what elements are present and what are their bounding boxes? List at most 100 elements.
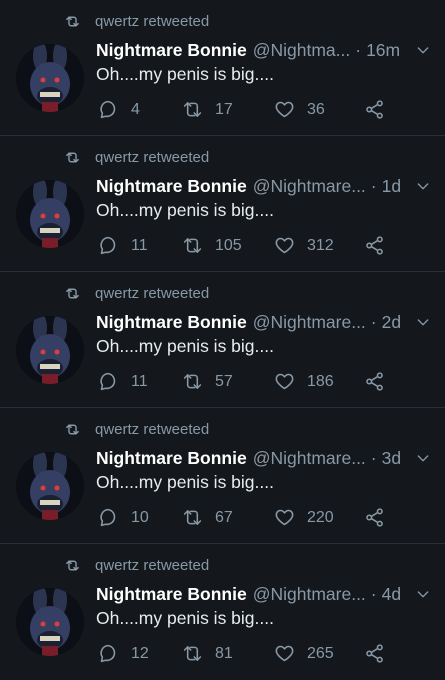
retweet-icon: [183, 102, 202, 117]
tweet-actions: 11 57 186: [98, 371, 398, 395]
reply-count: 12: [131, 644, 149, 662]
reply-button[interactable]: 11: [98, 371, 148, 392]
share-button[interactable]: [364, 99, 385, 120]
tweet-actions: 4 17 36: [98, 99, 398, 123]
reply-count: 11: [131, 236, 148, 254]
retweet-label[interactable]: qwertz retweeted: [95, 557, 209, 574]
timestamp[interactable]: 16m: [366, 40, 400, 61]
like-count: 220: [307, 508, 334, 526]
tweet-text: Oh....my penis is big....: [96, 64, 274, 84]
heart-icon: [275, 237, 294, 254]
reply-button[interactable]: 12: [98, 643, 149, 664]
author-handle[interactable]: @Nightma...: [253, 40, 351, 61]
tweet[interactable]: qwertz retweeted Nightmare Bonnie @Night…: [0, 0, 445, 136]
reply-button[interactable]: 10: [98, 507, 149, 528]
share-button[interactable]: [364, 235, 385, 256]
author-handle[interactable]: @Nightmare...: [253, 584, 366, 605]
like-button[interactable]: 220: [274, 507, 334, 528]
reply-icon: [100, 508, 116, 527]
retweet-button[interactable]: 105: [182, 235, 242, 256]
retweet-label[interactable]: qwertz retweeted: [95, 285, 209, 302]
like-button[interactable]: 265: [274, 643, 334, 664]
share-icon: [366, 236, 383, 255]
retweet-count: 17: [215, 100, 233, 118]
retweet-icon: [183, 510, 202, 525]
tweet-actions: 10 67 220: [98, 507, 398, 531]
tweet-header: Nightmare Bonnie @Nightmare... · 1d: [96, 174, 431, 198]
retweet-label[interactable]: qwertz retweeted: [95, 13, 209, 30]
share-icon: [366, 372, 383, 391]
reply-icon: [100, 236, 116, 255]
tweet-actions: 11 105 312: [98, 235, 398, 259]
retweet-button[interactable]: 17: [182, 99, 233, 120]
retweet-context: qwertz retweeted: [64, 283, 209, 303]
share-button[interactable]: [364, 507, 385, 528]
tweet[interactable]: qwertz retweeted Nightmare Bonnie @Night…: [0, 544, 445, 680]
retweet-icon: [183, 646, 202, 661]
tweet[interactable]: qwertz retweeted Nightmare Bonnie @Night…: [0, 136, 445, 272]
separator-dot: ·: [370, 447, 377, 468]
retweet-small-icon: [66, 424, 79, 434]
author-handle[interactable]: @Nightmare...: [253, 448, 366, 469]
reply-button[interactable]: 4: [98, 99, 140, 120]
avatar[interactable]: [16, 316, 84, 384]
timestamp[interactable]: 4d: [382, 584, 401, 605]
retweet-context: qwertz retweeted: [64, 419, 209, 439]
like-button[interactable]: 186: [274, 371, 334, 392]
retweet-button[interactable]: 57: [182, 371, 233, 392]
chevron-down-icon[interactable]: [415, 586, 431, 602]
avatar[interactable]: [16, 44, 84, 112]
author-name[interactable]: Nightmare Bonnie: [96, 448, 247, 469]
heart-icon: [275, 645, 294, 662]
retweet-button[interactable]: 67: [182, 507, 233, 528]
retweet-icon: [183, 238, 202, 253]
heart-icon: [275, 509, 294, 526]
retweet-small-icon: [66, 288, 79, 298]
share-icon: [366, 508, 383, 527]
author-name[interactable]: Nightmare Bonnie: [96, 40, 247, 61]
share-button[interactable]: [364, 371, 385, 392]
separator-dot: ·: [355, 39, 362, 60]
like-count: 186: [307, 372, 334, 390]
separator-dot: ·: [370, 175, 377, 196]
timestamp[interactable]: 1d: [382, 176, 401, 197]
retweet-context: qwertz retweeted: [64, 11, 209, 31]
like-button[interactable]: 312: [274, 235, 334, 256]
author-name[interactable]: Nightmare Bonnie: [96, 176, 247, 197]
author-name[interactable]: Nightmare Bonnie: [96, 584, 247, 605]
retweet-label[interactable]: qwertz retweeted: [95, 421, 209, 438]
chevron-down-icon[interactable]: [415, 42, 431, 58]
author-handle[interactable]: @Nightmare...: [253, 312, 366, 333]
tweet[interactable]: qwertz retweeted Nightmare Bonnie @Night…: [0, 408, 445, 544]
tweet-text: Oh....my penis is big....: [96, 608, 274, 628]
like-count: 312: [307, 236, 334, 254]
avatar[interactable]: [16, 588, 84, 656]
timestamp[interactable]: 2d: [382, 312, 401, 333]
retweet-context: qwertz retweeted: [64, 147, 209, 167]
chevron-down-icon[interactable]: [415, 450, 431, 466]
share-button[interactable]: [364, 643, 385, 664]
reply-count: 11: [131, 372, 148, 390]
tweet-text: Oh....my penis is big....: [96, 200, 274, 220]
share-icon: [366, 100, 383, 119]
like-button[interactable]: 36: [274, 99, 325, 120]
author-handle[interactable]: @Nightmare...: [253, 176, 366, 197]
tweet[interactable]: qwertz retweeted Nightmare Bonnie @Night…: [0, 272, 445, 408]
author-name[interactable]: Nightmare Bonnie: [96, 312, 247, 333]
retweet-label[interactable]: qwertz retweeted: [95, 149, 209, 166]
reply-button[interactable]: 11: [98, 235, 148, 256]
reply-icon: [100, 100, 116, 119]
like-count: 36: [307, 100, 325, 118]
avatar[interactable]: [16, 180, 84, 248]
retweet-small-icon: [66, 152, 79, 162]
like-count: 265: [307, 644, 334, 662]
tweet-header: Nightmare Bonnie @Nightmare... · 4d: [96, 582, 431, 606]
tweet-header: Nightmare Bonnie @Nightmare... · 3d: [96, 446, 431, 470]
reply-icon: [100, 644, 116, 663]
reply-count: 4: [131, 100, 140, 118]
chevron-down-icon[interactable]: [415, 314, 431, 330]
retweet-button[interactable]: 81: [182, 643, 233, 664]
avatar[interactable]: [16, 452, 84, 520]
chevron-down-icon[interactable]: [415, 178, 431, 194]
timestamp[interactable]: 3d: [382, 448, 401, 469]
